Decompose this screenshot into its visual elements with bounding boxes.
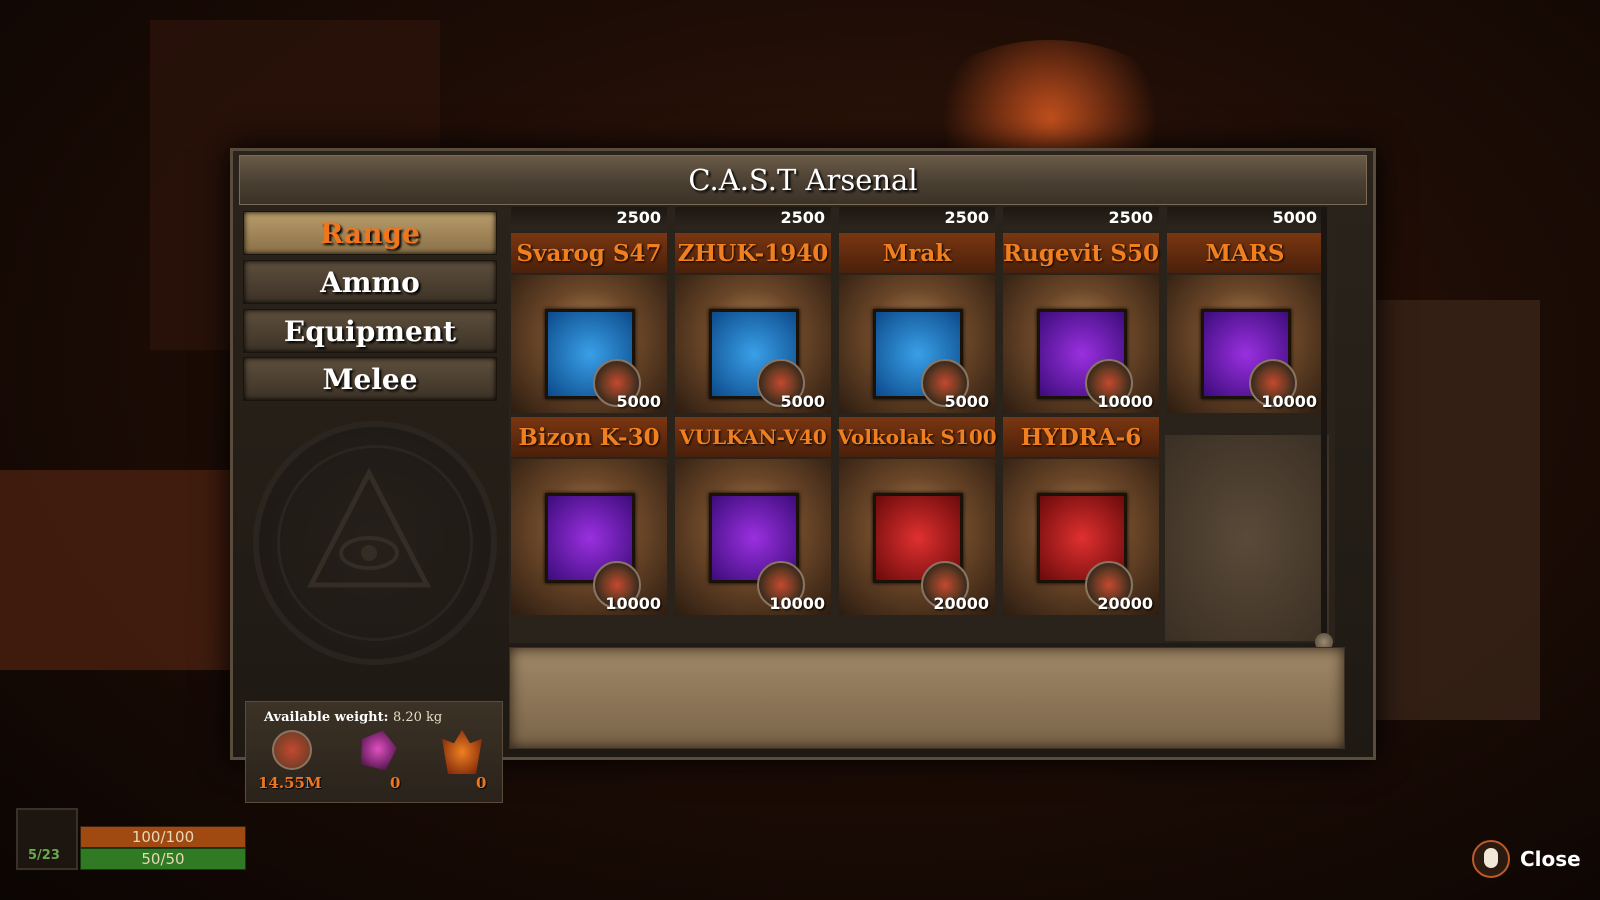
upgrade-price: 2500 [675,207,831,229]
item-name: Bizon K-30 [511,417,667,457]
item-price: 20000 [933,594,989,613]
upgrade-price: 2500 [511,207,667,229]
item-price: 5000 [780,392,825,411]
upgrade-price: 5000 [1167,207,1323,229]
tab-equipment[interactable]: Equipment [243,309,497,353]
item-card[interactable]: 2500 Rugevit S50 10000 [1001,207,1161,413]
tab-melee[interactable]: Melee [243,357,497,401]
item-name: VULKAN-V40 [675,417,831,457]
strike-team-emblem [253,421,497,665]
item-card[interactable]: 5000 MARS 10000 [1165,207,1325,413]
item-name: Volkolak S100 [837,417,997,457]
item-name: Rugevit S50 [1003,233,1159,273]
stamina-value: 50/50 [141,850,185,868]
item-card[interactable]: 2500 Svarog S47 5000 [509,207,669,413]
tab-ammo[interactable]: Ammo [243,260,497,304]
item-price: 10000 [605,594,661,613]
stamina-bar: 50/50 [80,848,246,870]
title-bar: C.A.S.T Arsenal [239,155,1367,205]
upgrade-price: 2500 [839,207,995,229]
item-price: 10000 [769,594,825,613]
item-price: 5000 [944,392,989,411]
item-name: ZHUK-1940 [675,233,831,273]
eye-coin-icon [272,730,312,770]
ember-currency: 0 [438,730,498,792]
health-bar: 100/100 [80,826,246,848]
item-card[interactable]: Bizon K-30 10000 [509,413,669,619]
mouse-icon [1472,840,1510,878]
coin-currency: 14.55M [258,730,322,792]
crystal-icon [356,726,401,772]
item-price: 10000 [1097,392,1153,411]
item-name: MARS [1167,233,1323,273]
background-table [0,470,230,670]
available-weight: Available weight: 8.20 kg [264,710,443,725]
item-name: Svarog S47 [511,233,667,273]
item-card[interactable]: 2500 ZHUK-1940 5000 [673,207,833,413]
scrollbar[interactable] [1321,207,1327,647]
item-card[interactable]: 2500 Mrak 5000 [837,207,997,413]
crystal-currency: 0 [352,730,412,792]
item-card[interactable]: Volkolak S100 20000 [837,413,997,619]
item-name: HYDRA-6 [1003,417,1159,457]
health-value: 100/100 [131,828,195,846]
item-name: Mrak [839,233,995,273]
tab-range[interactable]: Range [243,211,497,255]
close-label: Close [1520,847,1581,871]
arsenal-window: C.A.S.T Arsenal Range Ammo Equipment Mel… [230,148,1376,803]
item-price: 10000 [1261,392,1317,411]
item-description-panel [509,647,1345,749]
window-title: C.A.S.T Arsenal [688,163,918,197]
item-price: 5000 [616,392,661,411]
close-button[interactable]: Close [1472,840,1581,878]
eye-triangle-icon [306,467,432,588]
empty-slot [1165,435,1329,641]
ammo-count: 5/23 [28,848,60,863]
flame-icon [442,730,482,774]
item-price: 20000 [1097,594,1153,613]
item-card[interactable]: VULKAN-V40 10000 [673,413,833,619]
category-column: Range Ammo Equipment Melee Available wei… [239,211,503,803]
upgrade-price: 2500 [1003,207,1159,229]
currency-bar: Available weight: 8.20 kg 14.55M 0 0 [245,701,503,803]
item-grid: 2500 Svarog S47 5000 2500 ZHUK-1940 5000… [509,207,1335,643]
item-card[interactable]: HYDRA-6 20000 [1001,413,1161,619]
